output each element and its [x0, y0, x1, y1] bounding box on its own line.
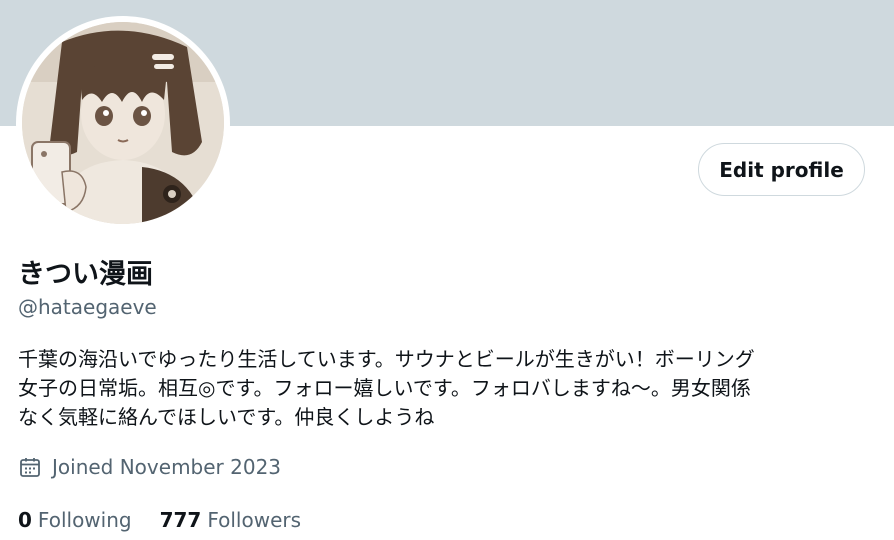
following-count: 0: [18, 508, 32, 532]
profile-bio: 千葉の海沿いでゆったり生活しています。サウナとビールが生きがい！ボーリング 女子…: [18, 347, 755, 429]
edit-profile-button[interactable]: Edit profile: [698, 143, 865, 196]
calendar-icon: [20, 458, 40, 477]
avatar[interactable]: [22, 22, 224, 224]
joined-text: Joined November 2023: [52, 455, 282, 479]
followers-label: Followers: [207, 508, 302, 532]
display-name: きつい漫画: [18, 259, 153, 290]
following-link[interactable]: 0 Following: [18, 508, 132, 532]
followers-link[interactable]: 777 Followers: [160, 508, 301, 532]
profile-stats: 0 Following 777 Followers: [18, 508, 329, 532]
avatar-frame: [16, 16, 230, 230]
following-label: Following: [37, 508, 132, 532]
followers-count: 777: [159, 508, 202, 532]
joined-date: Joined November 2023: [18, 455, 281, 479]
user-handle: @hataegaeve: [18, 295, 157, 319]
